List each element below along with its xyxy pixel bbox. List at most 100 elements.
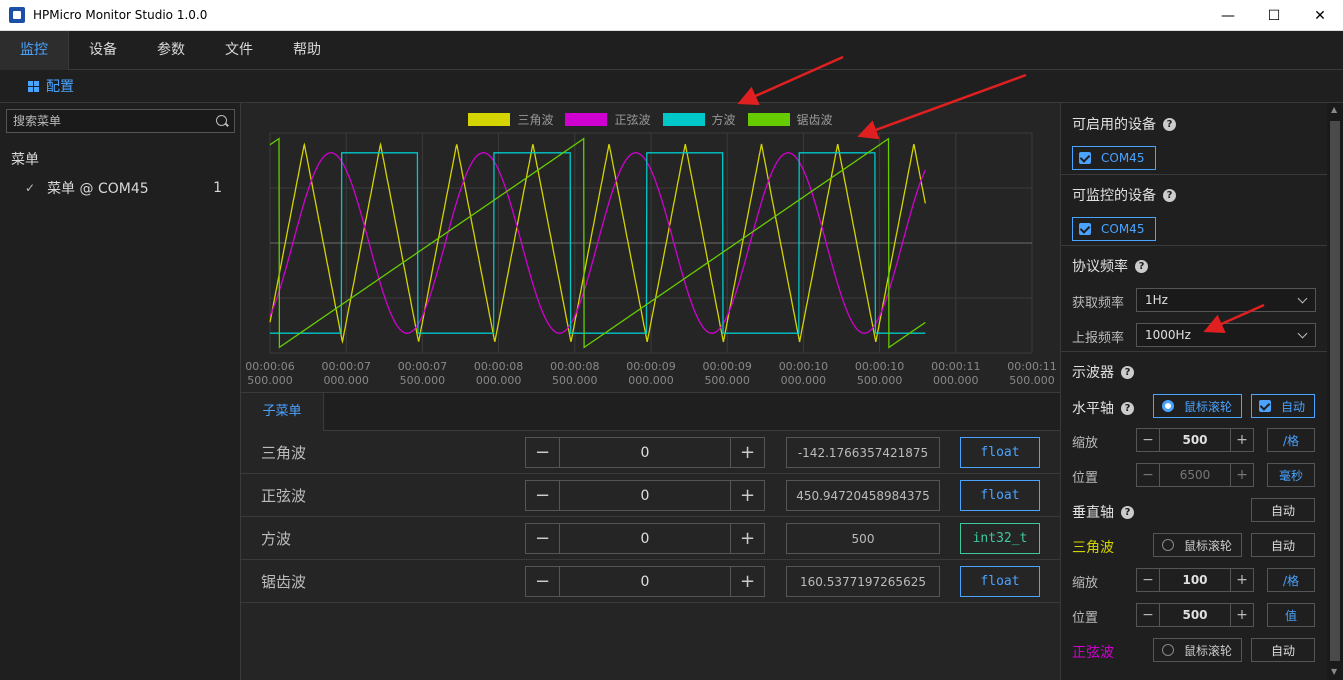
increment-button[interactable]: +	[731, 438, 764, 467]
decrement-button[interactable]: −	[526, 481, 559, 510]
x-tick-label-ms: 000.000	[323, 374, 369, 387]
tri-zoom-label: 缩放	[1072, 576, 1099, 591]
decrement-button[interactable]: −	[1137, 569, 1159, 591]
menu-bar: 监控 设备 参数 文件 帮助	[0, 31, 1343, 70]
decrement-button[interactable]: −	[526, 524, 559, 553]
tri-auto-button[interactable]: 自动	[1251, 533, 1315, 557]
x-tick-label-ms: 500.000	[552, 374, 598, 387]
tri-zoom-value[interactable]: 100	[1159, 569, 1231, 591]
tri-zoom-unit-button[interactable]: /格	[1267, 568, 1315, 592]
value-stepper: − 0 +	[525, 437, 765, 468]
minimize-button[interactable]: —	[1205, 0, 1251, 31]
type-button[interactable]: float	[960, 437, 1040, 468]
help-icon[interactable]: ?	[1163, 117, 1176, 131]
row-label: 正弦波	[261, 487, 307, 505]
tree-item-label: 菜单 @ COM45	[47, 181, 149, 197]
scroll-down-icon[interactable]: ▼	[1331, 667, 1337, 676]
protocol-title: 协议频率?	[1072, 256, 1148, 276]
chart-panel: 三角波 正弦波 方波 锯齿波 00:00:06 500.000 00:00:07 00…	[241, 103, 1060, 392]
increment-button[interactable]: +	[1231, 604, 1253, 626]
h-zoom-unit-button[interactable]: /格	[1267, 428, 1315, 452]
menu-monitor[interactable]: 监控	[0, 31, 69, 70]
stepper-input[interactable]: 0	[559, 567, 731, 596]
radio-icon	[1162, 539, 1174, 551]
help-icon[interactable]: ?	[1163, 188, 1176, 202]
close-button[interactable]: ✕	[1297, 0, 1343, 31]
row-label: 方波	[261, 530, 292, 548]
increment-button[interactable]: +	[731, 567, 764, 596]
type-button[interactable]: int32_t	[960, 523, 1040, 554]
report-freq-select[interactable]: 1000Hz	[1136, 323, 1316, 347]
menu-file[interactable]: 文件	[205, 31, 273, 70]
tab-submenu[interactable]: 子菜单	[241, 393, 324, 431]
h-pos-label: 位置	[1072, 471, 1099, 486]
submenu-tabbar: 子菜单	[241, 392, 1060, 431]
sine-auto-button[interactable]: 自动	[1251, 638, 1315, 662]
increment-button[interactable]: +	[731, 524, 764, 553]
help-icon[interactable]: ?	[1121, 401, 1134, 415]
right-scrollbar[interactable]: ▲ ▼	[1327, 103, 1343, 680]
increment-button[interactable]: +	[1231, 464, 1253, 486]
sine-mouse-wheel-radio[interactable]: 鼠标滚轮	[1153, 638, 1242, 662]
x-tick-label-time: 00:00:10	[855, 360, 904, 373]
value-stepper: − 0 +	[525, 523, 765, 554]
menu-device[interactable]: 设备	[69, 31, 137, 70]
h-mouse-wheel-radio[interactable]: 鼠标滚轮	[1153, 394, 1242, 418]
increment-button[interactable]: +	[1231, 429, 1253, 451]
help-icon[interactable]: ?	[1121, 365, 1134, 379]
tri-pos-unit-button[interactable]: 值	[1267, 603, 1315, 627]
h-auto-checkbox[interactable]: 自动	[1251, 394, 1315, 418]
monitor-devices-title: 可监控的设备?	[1072, 185, 1176, 205]
enabled-devices-section: 可启用的设备? COM45	[1061, 103, 1327, 175]
grid-icon	[28, 80, 39, 92]
menu-help[interactable]: 帮助	[273, 31, 341, 70]
fetch-freq-select[interactable]: 1Hz	[1136, 288, 1316, 312]
search-box	[6, 109, 235, 133]
increment-button[interactable]: +	[731, 481, 764, 510]
maximize-button[interactable]: ☐	[1251, 0, 1297, 31]
protocol-section: 协议频率? 获取频率 1Hz 上报频率 1000Hz	[1061, 246, 1327, 352]
tree-item[interactable]: ✓ 菜单 @ COM45 1	[0, 175, 240, 201]
tree-root-label[interactable]: 菜单	[11, 149, 39, 169]
type-button[interactable]: float	[960, 566, 1040, 597]
waveform-chart[interactable]: 00:00:06500.00000:00:07000.00000:00:0750…	[241, 103, 1060, 392]
enabled-device-checkbox[interactable]: COM45	[1072, 146, 1156, 170]
search-icon[interactable]	[216, 115, 227, 126]
h-zoom-value[interactable]: 500	[1159, 429, 1231, 451]
v-auto-button[interactable]: 自动	[1251, 498, 1315, 522]
decrement-button[interactable]: −	[1137, 429, 1159, 451]
x-tick-label-time: 00:00:07	[321, 360, 370, 373]
x-tick-label-ms: 000.000	[933, 374, 979, 387]
h-pos-value[interactable]: 6500	[1159, 464, 1231, 486]
sidebar: 菜单 ✓ 菜单 @ COM45 1	[0, 103, 241, 680]
help-icon[interactable]: ?	[1121, 505, 1134, 519]
value-stepper: − 0 +	[525, 566, 765, 597]
scroll-up-icon[interactable]: ▲	[1331, 105, 1337, 114]
monitor-device-checkbox[interactable]: COM45	[1072, 217, 1156, 241]
type-button[interactable]: float	[960, 480, 1040, 511]
tri-pos-label: 位置	[1072, 611, 1099, 626]
search-input[interactable]	[13, 114, 203, 128]
decrement-button[interactable]: −	[526, 438, 559, 467]
h-pos-stepper: − 6500 +	[1136, 463, 1254, 487]
tri-series-label: 三角波	[1072, 540, 1114, 556]
increment-button[interactable]: +	[1231, 569, 1253, 591]
h-pos-unit-button[interactable]: 毫秒	[1267, 463, 1315, 487]
current-value: -142.1766357421875	[786, 437, 940, 468]
tri-mouse-wheel-radio[interactable]: 鼠标滚轮	[1153, 533, 1242, 557]
stepper-input[interactable]: 0	[559, 524, 731, 553]
decrement-button[interactable]: −	[1137, 464, 1159, 486]
scroll-thumb[interactable]	[1330, 121, 1340, 661]
x-tick-label-ms: 500.000	[247, 374, 293, 387]
stepper-input[interactable]: 0	[559, 481, 731, 510]
help-icon[interactable]: ?	[1135, 259, 1148, 273]
x-tick-label-time: 00:00:10	[779, 360, 828, 373]
x-tick-label-ms: 500.000	[857, 374, 903, 387]
tri-pos-value[interactable]: 500	[1159, 604, 1231, 626]
stepper-input[interactable]: 0	[559, 438, 731, 467]
checkbox-icon	[1259, 400, 1271, 412]
decrement-button[interactable]: −	[526, 567, 559, 596]
decrement-button[interactable]: −	[1137, 604, 1159, 626]
menu-params[interactable]: 参数	[137, 31, 205, 70]
config-button[interactable]: 配置	[46, 76, 74, 96]
